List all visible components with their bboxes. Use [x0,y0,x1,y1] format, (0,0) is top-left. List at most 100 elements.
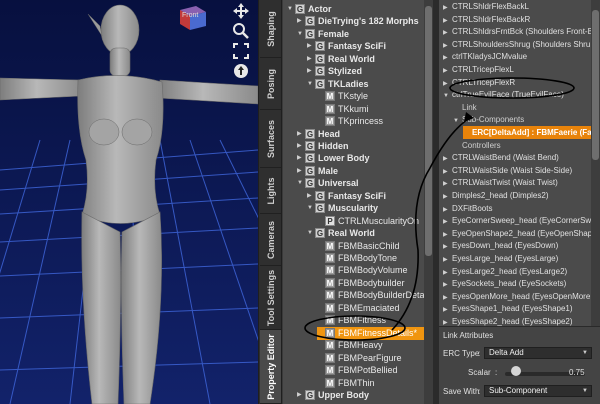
property-row[interactable]: ▶ EyeCornerSweep_head (EyeCornerSwe [443,214,596,227]
tree-item[interactable]: ▼ G Actor [287,3,332,16]
tree-item[interactable]: ▶ G Fantasy SciFi [307,40,386,53]
tree-scroll-thumb[interactable] [425,6,432,256]
tree-item[interactable]: ▶ G Upper Body [297,389,369,402]
tree-item[interactable]: ▶ G Male [297,165,338,178]
property-row[interactable]: ▼ Sub-Components [453,113,524,126]
tree-scrollbar[interactable] [424,0,433,404]
rotate-icon[interactable] [232,62,250,80]
tree-item[interactable]: M FBMFitness [317,314,386,327]
tree-item[interactable]: M TKprincess [317,115,383,128]
property-row[interactable]: ▼ ctrlTrueEvilFace (TrueEvilFace) [443,88,564,101]
tab-surfaces[interactable]: Surfaces [260,110,281,168]
tree-item[interactable]: M FBMBodyVolume [317,264,408,277]
property-row[interactable]: Link [453,101,477,114]
figure-model[interactable] [0,0,258,404]
tree-item[interactable]: M FBMBodyTone [317,252,397,265]
property-row[interactable]: ▶ CTRLTricepFlexL [443,63,514,76]
tab-property-editor[interactable]: Property Editor [260,330,281,404]
expand-arrow-down-icon[interactable]: ▼ [307,78,315,91]
scalar-slider-thumb[interactable] [511,366,521,376]
tree-item[interactable]: ▼ G Muscularity [307,202,378,215]
selected-sub-component[interactable]: ERC[DeltaAdd] : FBMFaerie (Faeri [463,126,600,139]
tree-item[interactable]: M TKkumi [317,103,369,116]
expand-arrow-right-icon[interactable]: ▶ [297,152,305,165]
erc-type-select[interactable]: Delta Add ▼ [484,347,592,359]
property-row[interactable]: ▶ EyesShape1_head (EyesShape1) [443,302,573,315]
property-row[interactable]: ▶ EyesLarge2_head (EyesLarge2) [443,265,567,278]
tree-item[interactable]: ▶ G Fantasy SciFi [307,190,386,203]
tab-lights[interactable]: Lights [260,168,281,214]
expand-arrow-down-icon[interactable]: ▼ [307,227,315,240]
property-row[interactable]: ▶ CTRLShldrFlexBackR [443,13,530,26]
save-with-select[interactable]: Sub-Component ▼ [484,385,592,397]
property-row[interactable]: ▶ Dimples2_head (Dimples2) [443,189,548,202]
expand-arrow-right-icon[interactable]: ▶ [307,65,315,78]
property-row[interactable]: ▶ CTRLWaistSide (Waist Side-Side) [443,164,572,177]
property-row[interactable]: ▶ CTRLWaistTwist (Waist Twist) [443,176,558,189]
property-row[interactable]: ▶ CTRLShldrFlexBackL [443,0,529,13]
frame-icon[interactable] [232,42,250,60]
tree-item[interactable]: ▼ G Female [297,28,349,41]
tree-item[interactable]: M FBMFitnessDetails* [317,326,429,340]
property-row[interactable]: Controllers [453,139,501,152]
expand-arrow-right-icon[interactable]: ▶ [307,190,315,203]
property-row[interactable]: ▶ EyesOpenMore_head (EyesOpenMore [443,290,590,303]
tab-shaping[interactable]: Shaping [260,0,281,58]
properties-scroll-thumb[interactable] [592,10,599,160]
expand-arrow-right-icon[interactable]: ▶ [297,128,305,141]
expand-arrow-down-icon[interactable]: ▼ [297,177,305,190]
property-row[interactable]: ▶ EyesLarge_head (EyesLarge) [443,252,558,265]
properties-scrollbar[interactable] [591,0,600,326]
tree-item-label: FBMHeavy [338,340,383,351]
move-icon[interactable] [232,2,250,20]
property-row[interactable]: ▶ EyeSockets_head (EyeSockets) [443,277,566,290]
tree-item[interactable]: M FBMBodyBuilderDetails [317,289,433,302]
tree-item[interactable]: P CTRLMuscularityOn [317,215,419,228]
tree-item[interactable]: ▼ G Universal [297,177,359,190]
expand-arrow-right-icon[interactable]: ▶ [297,389,305,402]
expand-arrow-down-icon[interactable]: ▼ [287,3,295,16]
tree-item[interactable]: ▶ G DieTrying's 182 Morphs [297,15,419,28]
tree-item[interactable]: ▶ G Stylized [307,65,362,78]
tree-item[interactable]: M FBMPotBellied [317,364,398,377]
tab-tool-settings[interactable]: Tool Settings [260,266,281,330]
tree-item[interactable]: ▼ G TKLadies [307,78,369,91]
tree-item[interactable]: ▶ G Lower Body [297,152,370,165]
tree-item[interactable]: M TKstyle [317,90,368,103]
property-row[interactable]: ▶ EyesDown_head (EyesDown) [443,239,558,252]
tree-item[interactable]: M FBMPearFigure [317,352,402,365]
expand-arrow-right-icon[interactable]: ▶ [307,40,315,53]
tree-item-label: FBMFitness [338,315,387,326]
tree-item[interactable]: ▶ G Head [297,128,340,141]
zoom-icon[interactable] [232,22,250,40]
tree-item[interactable]: ▶ G Real World [307,53,375,66]
expand-arrow-right-icon[interactable]: ▶ [297,140,305,153]
property-row[interactable]: ▶ CTRLTricepFlexR [443,76,515,89]
tree-item[interactable]: M FBMHeavy [317,339,383,352]
property-row[interactable]: ▶ ctrlTKladysJCMvalue [443,50,527,63]
expand-arrow-down-icon[interactable]: ▼ [453,115,462,128]
tree-item-label: FBMPearFigure [338,352,402,363]
tree-item[interactable]: M FBMEmaciated [317,302,400,315]
tree-item[interactable]: M FBMBodybuilder [317,277,405,290]
expand-arrow-down-icon[interactable]: ▼ [297,28,305,41]
property-row[interactable]: ▶ CTRLShldrsFrntBck (Shoulders Front-B [443,25,593,38]
tree-item[interactable]: M FBMBasicChild [317,240,400,253]
tree-item-label: DieTrying's 182 Morphs [318,16,419,27]
tab-cameras[interactable]: Cameras [260,214,281,266]
property-row-label: Sub-Components [462,115,525,125]
property-row[interactable]: ▶ CTRLShouldersShrug (Shoulders Shru [443,38,590,51]
expand-arrow-right-icon[interactable]: ▶ [297,165,305,178]
viewport[interactable]: Front [0,0,258,404]
expand-arrow-down-icon[interactable]: ▼ [443,90,452,103]
tab-posing[interactable]: Posing [260,58,281,110]
expand-arrow-right-icon[interactable]: ▶ [297,15,305,28]
expand-arrow-right-icon[interactable]: ▶ [307,53,315,66]
tree-item[interactable]: ▶ G Hidden [297,140,349,153]
tree-item[interactable]: M FBMThin [317,377,375,390]
tree-item[interactable]: ▼ G Real World [307,227,375,240]
property-row[interactable]: ▶ DXFitBoots [443,202,492,215]
property-row[interactable]: ▶ EyeOpenShape2_head (EyeOpenShap [443,227,592,240]
property-row[interactable]: ▶ CTRLWaistBend (Waist Bend) [443,151,559,164]
expand-arrow-down-icon[interactable]: ▼ [307,202,315,215]
